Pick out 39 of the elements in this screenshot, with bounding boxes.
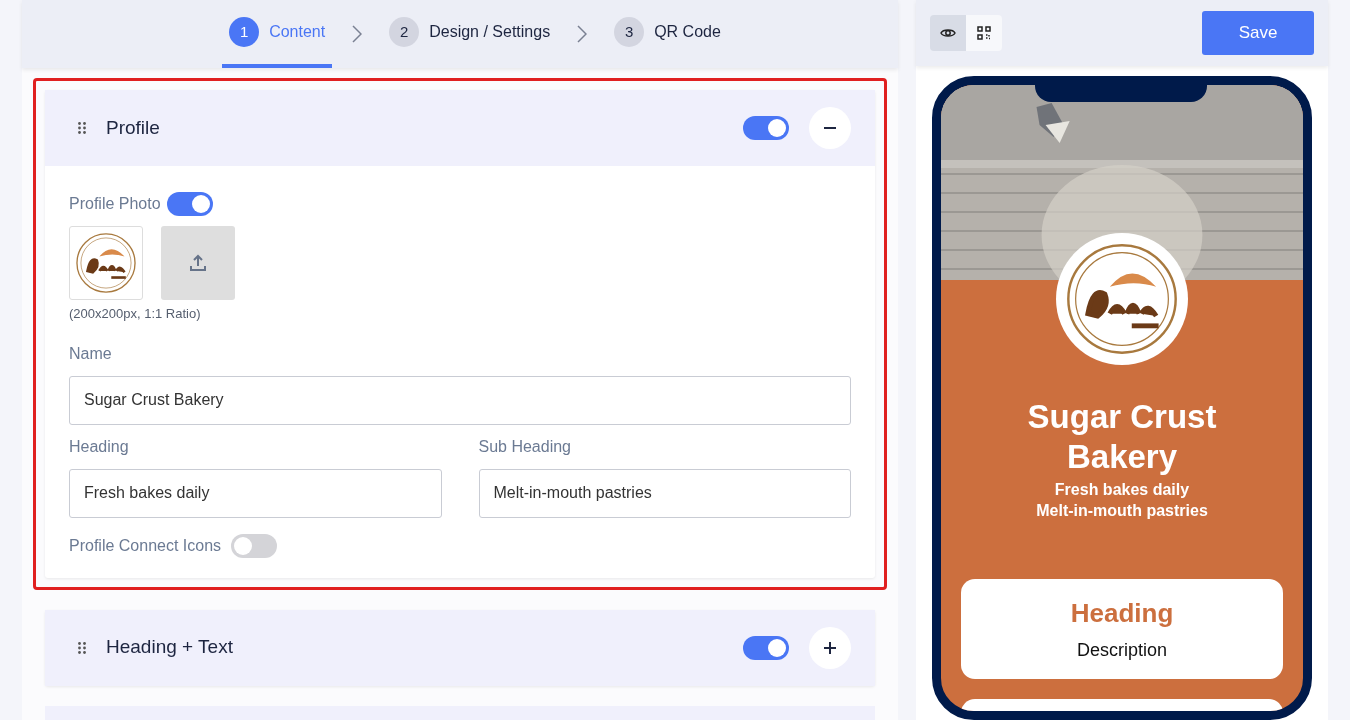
field-label: Name (69, 343, 113, 364)
step-tab[interactable]: 1 Content (222, 0, 333, 68)
drag-handle-icon[interactable] (78, 641, 86, 654)
toggle-switch[interactable] (743, 116, 789, 140)
field-label: Heading (69, 436, 130, 457)
toggle-switch[interactable] (231, 533, 278, 558)
toggle-switch[interactable] (166, 192, 213, 216)
text-field[interactable]: Melt-in-mouth pastries (478, 468, 851, 518)
text-field[interactable]: Fresh bakes daily (69, 468, 442, 518)
step-tab[interactable]: 3 QR Code (607, 0, 728, 68)
qr-view-button[interactable] (966, 15, 1002, 52)
section-title: Heading + Text (106, 635, 234, 660)
card-heading: Heading (1070, 597, 1174, 631)
step-tab[interactable]: 2 Design / Settings (382, 0, 558, 68)
field-label: Profile Connect Icons (69, 535, 222, 556)
text-field[interactable]: Sugar Crust Bakery (69, 375, 851, 425)
section-title: Profile (106, 115, 161, 140)
section-header[interactable]: Heading + Text (45, 609, 875, 686)
save-button[interactable]: Save (1202, 11, 1314, 56)
section-header[interactable]: Profile (45, 90, 875, 166)
business-sub-heading: Melt-in-mouth pastries (1036, 501, 1208, 522)
field-label: Profile Photo (69, 194, 161, 214)
qr-code-icon (977, 26, 991, 41)
chevron-right-icon (577, 25, 588, 43)
field-label: Sub Heading (478, 436, 572, 457)
expand-button[interactable] (809, 626, 851, 669)
toggle-switch[interactable] (743, 635, 789, 660)
bakery-logo-icon (73, 230, 139, 296)
business-name: Sugar Crust Bakery (1026, 397, 1218, 478)
plus-icon (823, 640, 837, 655)
business-heading: Fresh bakes daily (1054, 480, 1190, 501)
photo-size-hint: (200x200px, 1:1 Ratio) (69, 305, 202, 323)
eye-icon (940, 27, 956, 40)
upload-icon (188, 253, 208, 273)
drag-handle-icon[interactable] (78, 122, 86, 134)
photo-thumbnail[interactable] (69, 226, 143, 300)
card-description: Description (1076, 639, 1167, 663)
chevron-right-icon (352, 25, 363, 43)
preview-view-button[interactable] (930, 15, 966, 52)
